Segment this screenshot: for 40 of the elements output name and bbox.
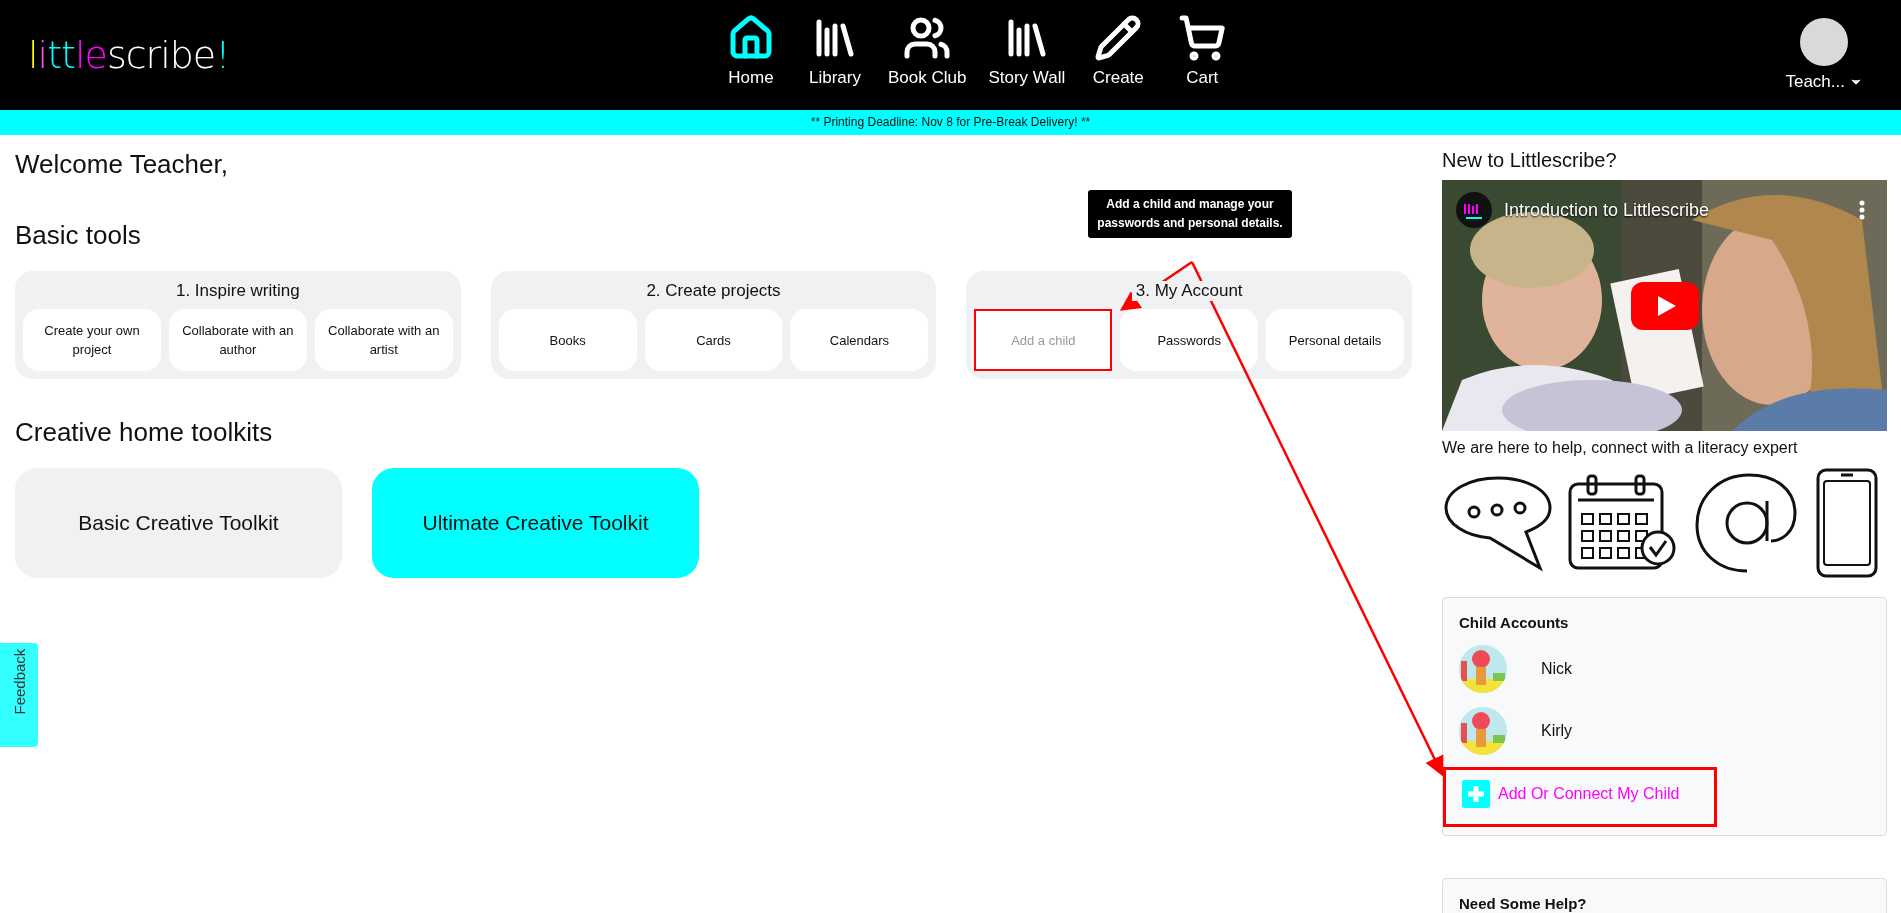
toolkit-button[interactable]: Ultimate Creative Toolkit bbox=[372, 468, 699, 578]
user-menu[interactable]: Teach... bbox=[1785, 72, 1863, 92]
child-name[interactable]: Nick bbox=[1541, 660, 1573, 678]
tool-button[interactable]: Cards bbox=[644, 309, 783, 371]
announcement-banner: ** Printing Deadline: Nov 8 for Pre-Break Delivery! ** bbox=[0, 110, 1901, 135]
tool-button[interactable]: Books bbox=[498, 309, 637, 371]
video-title: Introduction to Littlescribe bbox=[1504, 200, 1710, 221]
nav-link[interactable]: Library bbox=[804, 14, 866, 88]
welcome-heading: Welcome Teacher, bbox=[15, 149, 229, 180]
tool-button[interactable]: Calendars bbox=[790, 309, 929, 371]
tool-button[interactable]: Create your own project bbox=[23, 309, 161, 371]
card-title: Need Some Help? bbox=[1459, 895, 1588, 912]
help-text: We are here to help, connect with a literacy expert bbox=[1442, 439, 1799, 457]
nav-link[interactable]: Cart bbox=[1171, 14, 1234, 88]
feedback-tab[interactable]: Feedback bbox=[0, 643, 38, 747]
pencil-icon bbox=[1094, 14, 1143, 62]
plus-icon bbox=[1462, 780, 1490, 808]
phone-icon bbox=[1815, 467, 1879, 579]
child-name[interactable]: Kirly bbox=[1541, 722, 1573, 740]
nav-link[interactable]: Create bbox=[1087, 14, 1150, 88]
tool-button[interactable]: Personal details bbox=[1266, 309, 1404, 371]
tool-button[interactable]: Collaborate with an artist bbox=[314, 309, 453, 371]
nav-link[interactable]: Home bbox=[720, 14, 782, 88]
play-icon[interactable] bbox=[1631, 282, 1699, 330]
section-heading: Creative home toolkits bbox=[15, 417, 273, 448]
nav-link[interactable]: Book Club bbox=[888, 14, 967, 88]
logo[interactable]: littlescribe! bbox=[28, 33, 230, 77]
nav-link[interactable]: Story Wall bbox=[988, 14, 1066, 88]
sidebar-heading: New to Littlescribe? bbox=[1442, 149, 1618, 172]
user-avatar[interactable] bbox=[1800, 18, 1849, 66]
tooltip: Add a child and manage your passwords and personal details. bbox=[1088, 190, 1292, 238]
tool-button[interactable]: Collaborate with an author bbox=[168, 309, 307, 371]
chat-icon bbox=[1442, 474, 1554, 572]
card-title: Child Accounts bbox=[1459, 614, 1570, 631]
channel-logo-icon bbox=[1456, 192, 1492, 228]
section-heading: Basic tools bbox=[15, 220, 141, 251]
more-icon[interactable] bbox=[1859, 200, 1865, 220]
cart-icon bbox=[1178, 14, 1227, 62]
toolkit-button[interactable]: Basic Creative Toolkit bbox=[15, 468, 342, 578]
tool-button[interactable]: Passwords bbox=[1120, 309, 1259, 371]
